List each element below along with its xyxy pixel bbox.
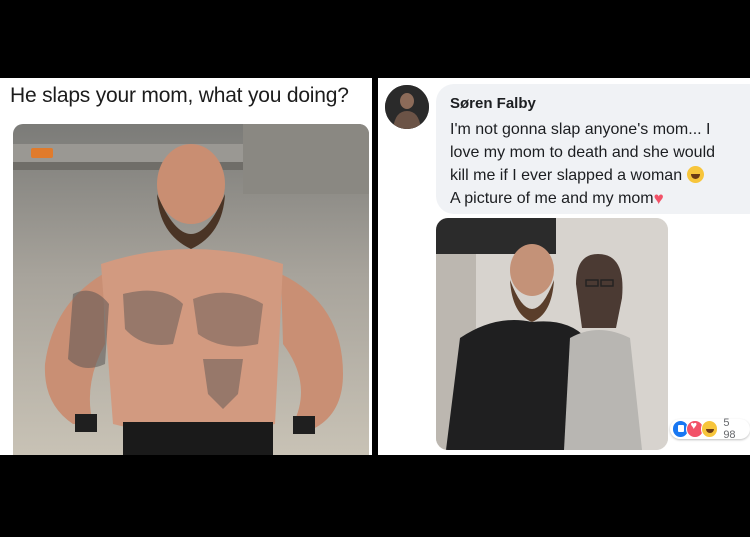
facebook-comment-panel: Søren Falby I'm not gonna slap anyone's …: [378, 78, 750, 455]
comment-line-2: love my mom to death and she would: [450, 144, 716, 161]
meme-panel: He slaps your mom, what you doing?: [0, 78, 372, 455]
laughing-emoji-icon: [686, 166, 704, 183]
comment-photo-attachment[interactable]: [436, 218, 668, 450]
comment-author[interactable]: Søren Falby: [450, 95, 536, 112]
comment-bubble: Søren Falby I'm not gonna slap anyone's …: [436, 84, 750, 214]
comment-text: I'm not gonna slap anyone's mom... I lov…: [450, 118, 750, 210]
avatar[interactable]: [385, 85, 429, 129]
bodybuilder-photo: [13, 124, 369, 455]
meme-caption: He slaps your mom, what you doing?: [10, 84, 349, 107]
comment-line-3-wrap: kill me if I ever slapped a woman: [450, 164, 750, 187]
haha-icon: [700, 420, 719, 438]
heart-emoji-icon: ♥: [653, 189, 664, 208]
reaction-summary[interactable]: 5 98: [670, 417, 750, 441]
comment-line-4: A picture of me and my mom: [450, 190, 654, 207]
reaction-count: 5 98: [723, 417, 736, 441]
comment-line-3: kill me if I ever slapped a woman: [450, 167, 683, 184]
comment-line-1: I'm not gonna slap anyone's mom... I: [450, 121, 711, 138]
comment-line-4-wrap: A picture of me and my mom♥: [450, 187, 750, 210]
